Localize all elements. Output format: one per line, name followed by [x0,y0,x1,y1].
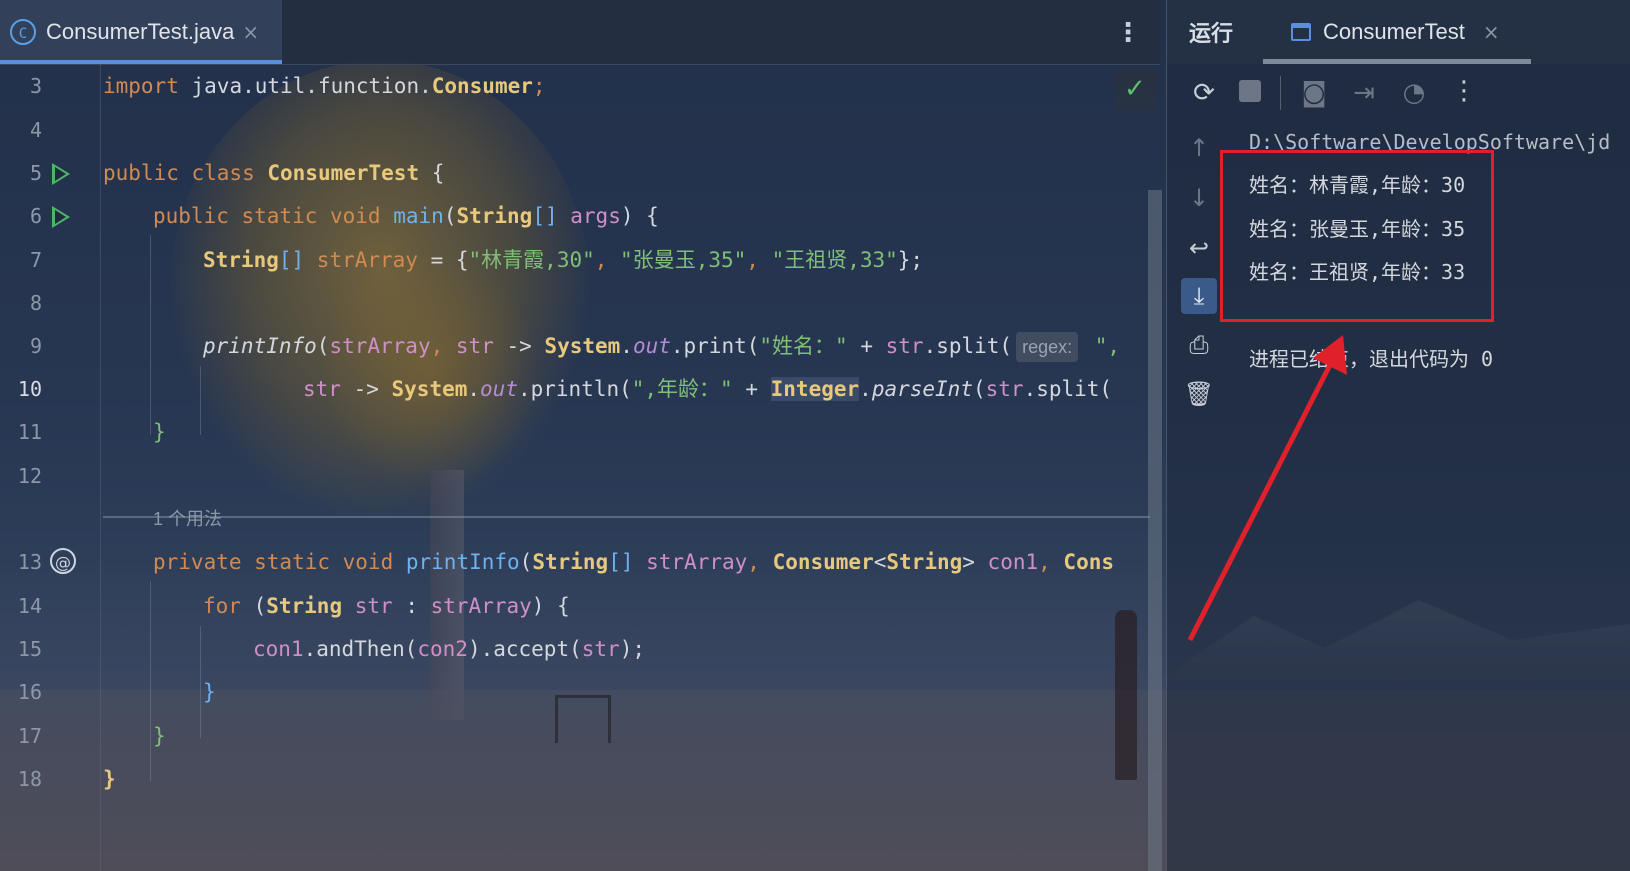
more-options-icon[interactable]: ⋮ [1447,74,1481,108]
run-panel-title: 运行 [1189,22,1234,47]
code-line: 16 } [0,670,1150,715]
line-number: 3 [29,74,42,98]
arrow-down-icon[interactable]: ↓ [1181,180,1217,216]
method-separator [103,516,1150,518]
close-icon[interactable]: × [242,20,259,44]
code-line: 15 con1.andThen(con2).accept(str); [0,627,1150,672]
code-line: 10 str -> System.out.println(",年龄：" + In… [0,367,1150,412]
editor-scrollbar[interactable] [1148,190,1162,871]
code-text: public class ConsumerTest { [103,161,445,185]
run-tab-consumertest[interactable]: ConsumerTest × [1263,0,1531,64]
more-options-icon[interactable]: ⋮ [1115,18,1141,48]
code-text: } [103,767,116,791]
scroll-to-end-icon[interactable]: ⤓ [1181,278,1217,314]
line-number: 18 [17,767,42,791]
tab-consumertest-java[interactable]: C ConsumerTest.java × [0,0,282,64]
line-number: 9 [29,334,42,358]
code-text: } [203,680,216,704]
code-line: 13 @ private static void printInfo(Strin… [0,540,1150,585]
line-number: 11 [17,420,42,444]
line-number: 14 [17,594,42,618]
code-text: printInfo(strArray, str -> System.out.pr… [203,324,1120,369]
code-line: 5 public class ConsumerTest { [0,151,1150,196]
stop-icon[interactable] [1239,80,1261,102]
code-line: 14 for (String str : strArray) { [0,584,1150,629]
arrow-up-icon[interactable]: ↑ [1181,130,1217,166]
camera-icon[interactable]: ◙ [1297,76,1331,110]
code-text: str -> System.out.println(",年龄：" + Integ… [303,377,1113,401]
editor-tab-bar: C ConsumerTest.java × ⋮ [0,0,1160,65]
code-line: 8 [0,281,1150,326]
implementation-at-icon[interactable]: @ [50,548,76,574]
code-line: 6 public static void main(String[] args)… [0,194,1150,239]
import-icon[interactable]: ⇥ [1347,76,1381,110]
code-text: for (String str : strArray) { [203,594,570,618]
code-line: 18 } [0,757,1150,802]
line-number: 4 [29,118,42,142]
line-number: 7 [29,248,42,272]
java-class-icon: C [10,19,36,45]
run-gutter-icon[interactable] [52,163,70,185]
line-number: 8 [29,291,42,315]
soft-wrap-icon[interactable]: ↩ [1181,230,1217,266]
toolbar-divider [1280,76,1281,110]
line-number: 12 [17,464,42,488]
usage-hint[interactable]: 1 个用法 [153,497,222,542]
highlight-box [1220,150,1494,322]
run-gutter-icon[interactable] [52,206,70,228]
run-panel-header: 运行 ConsumerTest × [1167,0,1630,64]
code-line: 9 printInfo(strArray, str -> System.out.… [0,324,1150,369]
code-line: 4 [0,108,1150,153]
parameter-hint: regex: [1016,332,1079,362]
line-number: 6 [29,204,42,228]
code-text: } [153,420,166,444]
profiler-icon[interactable]: ◔ [1397,76,1431,110]
line-number: 13 [17,550,42,574]
tab-label: ConsumerTest.java [46,19,235,44]
run-config-icon [1291,23,1311,41]
code-text: public static void main(String[] args) { [153,204,659,228]
line-number: 17 [17,724,42,748]
rerun-icon[interactable]: ⟳ [1187,76,1221,110]
line-number: 16 [17,680,42,704]
code-text: String[] strArray = {"林青霞,30", "张曼玉,35",… [203,248,924,272]
line-number: 10 [17,377,42,401]
code-line: 12 [0,454,1150,499]
run-tab-label: ConsumerTest [1323,19,1465,44]
code-text: private static void printInfo(String[] s… [153,550,1114,574]
code-line: 7 String[] strArray = {"林青霞,30", "张曼玉,35… [0,238,1150,283]
code-line: 11 } [0,410,1150,455]
code-text: } [153,724,166,748]
line-number: 5 [29,161,42,185]
annotation-arrow [1187,335,1347,642]
code-text: con1.andThen(con2).accept(str); [253,637,645,661]
code-line: 17 } [0,714,1150,759]
line-number: 15 [17,637,42,661]
close-icon[interactable]: × [1483,20,1500,44]
code-text: import java.util.function.Consumer; [103,74,546,98]
code-line: 3 import java.util.function.Consumer; [0,64,1150,109]
